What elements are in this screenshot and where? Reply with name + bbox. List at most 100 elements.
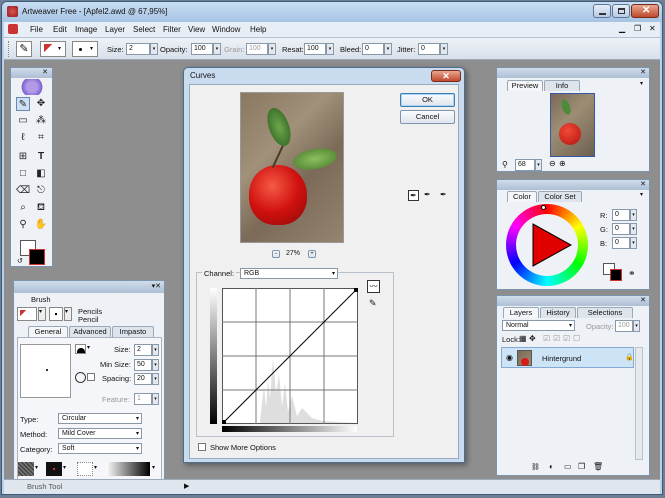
size-input[interactable]: 2 [126,43,150,55]
brush-preset-picker[interactable]: ▾ [40,41,66,57]
channel-select[interactable]: RGB ▾ [240,268,338,279]
b-input[interactable]: 0 [612,237,630,249]
zoom-in-icon[interactable]: ⊕ [559,159,566,168]
panel-background-swatch[interactable] [610,269,622,281]
new-layer-icon[interactable]: ❐ [578,462,585,471]
show-more-options-checkbox[interactable] [198,443,206,451]
curve-graph[interactable] [222,288,358,424]
curve-point-white[interactable] [354,288,358,292]
preview-zoom-spin-button[interactable]: ▾ [535,159,542,171]
brush-variant-picker[interactable] [49,307,63,321]
menu-image[interactable]: Image [75,25,97,34]
bleed-spin-button[interactable]: ▾ [384,43,392,55]
menu-filter[interactable]: Filter [163,25,181,34]
cancel-button[interactable]: Cancel [400,110,455,124]
gray-point-eyedropper-icon[interactable]: ✒ [424,190,431,199]
tab-layers[interactable]: Layers [503,307,539,318]
zoom-in-button[interactable]: + [308,250,316,258]
ok-button[interactable]: OK [400,93,455,107]
pencil-draw-icon[interactable]: ✎ [369,298,377,309]
layer-effects-icon[interactable]: ◐ [549,462,554,471]
menu-file[interactable]: File [30,25,43,34]
shape-tool-icon[interactable]: □ [16,167,30,181]
jitter-input[interactable]: 0 [418,43,440,55]
curves-preview-image[interactable] [240,92,344,243]
resat-spin-button[interactable]: ▾ [326,43,334,55]
tab-info[interactable]: Info [544,80,580,91]
brush-size-input[interactable]: 2 [134,344,152,356]
opacity-spin-button[interactable]: ▾ [213,43,221,55]
black-point-eyedropper-icon[interactable]: ✒ [408,190,419,201]
eraser-tool-icon[interactable]: ⌫ [16,184,30,198]
new-folder-icon[interactable]: ▭ [564,462,572,471]
menu-help[interactable]: Help [250,25,266,34]
doc-close-button[interactable]: ✕ [649,24,656,33]
grain-spin-button[interactable]: ▾ [268,43,276,55]
lock-move-icon[interactable]: ✥ [529,334,536,343]
chevron-down-icon[interactable]: ▾ [38,307,46,321]
close-icon[interactable]: ✕ [640,296,646,304]
link-layers-icon[interactable]: ⛓ [531,463,540,471]
pressure-checkbox[interactable] [87,373,95,381]
doc-restore-button[interactable]: ❐ [634,24,641,33]
lock-all-icon[interactable]: ☑ [563,334,570,343]
chevron-down-icon[interactable]: ▾ [87,344,90,351]
tab-color-set[interactable]: Color Set [538,191,582,202]
size-spin-button[interactable]: ▾ [150,43,158,55]
tab-history[interactable]: History [540,307,576,318]
pattern-swatch[interactable] [46,462,62,476]
menu-window[interactable]: Window [212,25,240,34]
clone-tool-icon[interactable]: ⎋ [34,184,48,198]
curve-tool-icon[interactable]: 〰 [367,280,380,293]
menu-edit[interactable]: Edit [53,25,67,34]
tab-impasto[interactable]: Impasto [112,326,154,337]
b-spin-button[interactable]: ▾ [630,237,637,249]
min-size-input[interactable]: 50 [134,359,152,371]
tab-preview[interactable]: Preview [507,80,543,91]
menu-select[interactable]: Select [133,25,155,34]
layer-row[interactable]: ◉ Hintergrund 🔒 [501,347,634,368]
swap-colors-icon[interactable]: ↺ [17,257,23,265]
move-tool-icon[interactable]: ✥ [34,97,48,111]
close-button[interactable]: ✕ [631,4,659,18]
crop-tool-icon[interactable]: ⌗ [34,131,48,145]
lock-alpha-icon[interactable]: ☐ [573,334,580,343]
r-spin-button[interactable]: ▾ [630,209,637,221]
feature-spin-button[interactable]: ▾ [152,393,159,405]
close-icon[interactable]: ✕ [640,68,646,76]
layer-opacity-input[interactable]: 100 [615,320,633,332]
brush-shape-picker[interactable]: ▾ [72,41,98,57]
category-select[interactable]: Soft ▾ [58,443,142,454]
brush-tool-icon[interactable]: ✎ [16,97,30,111]
brush-size-spin-button[interactable]: ▾ [152,344,159,356]
type-select[interactable]: Circular ▾ [58,413,142,424]
bleed-input[interactable]: 0 [362,43,384,55]
pencil-tool-icon[interactable]: ✎ [16,41,32,57]
curve-point-black[interactable] [222,420,226,424]
zoom-tool-icon[interactable]: ⚲ [16,218,30,232]
spacing-input[interactable]: 20 [134,373,152,385]
g-input[interactable]: 0 [612,223,630,235]
chevron-down-icon[interactable]: ▾ [35,464,38,471]
feature-input[interactable]: 1 [134,393,152,405]
eye-icon[interactable]: ◉ [506,353,513,362]
zoom-out-icon[interactable]: ⊖ [549,159,556,168]
fill-tool-icon[interactable]: ⛾ [34,201,48,215]
doc-minimize-button[interactable]: ▁ [619,24,625,33]
preview-zoom-input[interactable]: 68 [515,159,535,171]
background-color-swatch[interactable] [29,249,45,265]
pressure-clock-icon[interactable] [75,372,86,383]
chevron-down-icon[interactable]: ▾ [64,307,72,321]
tab-color[interactable]: Color [507,191,537,202]
r-input[interactable]: 0 [612,209,630,221]
min-size-spin-button[interactable]: ▾ [152,359,159,371]
grain-input[interactable]: 100 [246,43,268,55]
spacing-spin-button[interactable]: ▾ [152,373,159,385]
brush-profile-picker[interactable] [75,344,86,354]
gradient-tool-icon[interactable]: ◧ [34,167,48,181]
menu-view[interactable]: View [188,25,205,34]
eyedropper-tool-icon[interactable]: ⌕ [16,201,30,215]
lock-position-icon[interactable]: ☑ [553,334,560,343]
white-point-eyedropper-icon[interactable]: ✒ [440,190,447,199]
document-icon[interactable] [8,24,18,34]
